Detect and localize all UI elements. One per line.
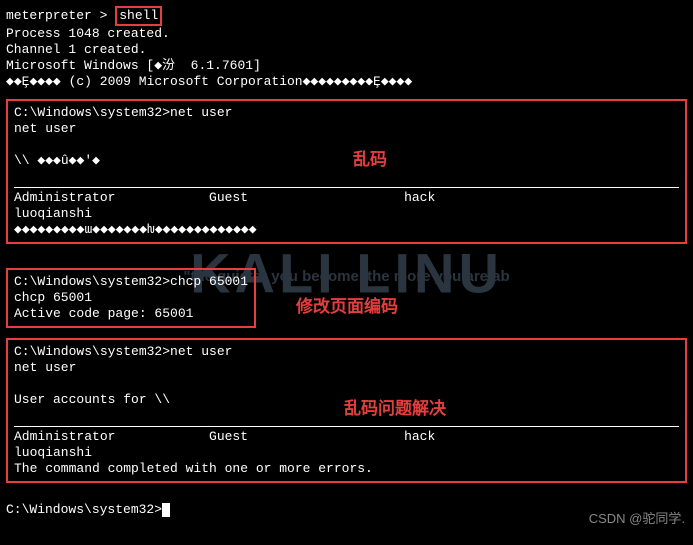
user-list-1: Administrator Guest hack <box>14 190 679 206</box>
garbled-hostname: \\ ◆◆◆û◆◆'◆ <box>14 153 679 169</box>
chcp-cmd: C:\Windows\system32>chcp 65001 <box>14 274 248 290</box>
separator-line-2 <box>14 426 679 427</box>
user-list-2b: luoqianshi <box>14 445 679 461</box>
netuser-echo-1: net user <box>14 121 679 137</box>
prompt-separator: > <box>92 8 115 23</box>
process-created-line: Process 1048 created. <box>6 26 687 42</box>
annotation-fixed: 乱码问题解决 <box>344 394 446 419</box>
cursor-icon <box>162 503 170 517</box>
chcp-echo: chcp 65001 <box>14 290 248 306</box>
meterpreter-prompt-line: meterpreter > shell <box>6 6 687 26</box>
copyright-line: ◆◆Ȩ◆◆◆◆ (c) 2009 Microsoft Corporation◆◆… <box>6 74 687 90</box>
user-list-1b: luoqianshi <box>14 206 679 222</box>
user-list-2: Administrator Guest hack <box>14 429 679 445</box>
chcp-result: Active code page: 65001 <box>14 306 248 322</box>
terminal-content: meterpreter > shell Process 1048 created… <box>6 6 687 518</box>
fixed-output-box: 乱码问题解决 C:\Windows\system32>net user net … <box>6 338 687 483</box>
netuser-cmd-2: C:\Windows\system32>net user <box>14 344 679 360</box>
shell-command-highlight: shell <box>115 6 162 26</box>
channel-created-line: Channel 1 created. <box>6 42 687 58</box>
command-result: The command completed with one or more e… <box>14 461 679 477</box>
netuser-cmd-1: C:\Windows\system32>net user <box>14 105 679 121</box>
csdn-watermark: CSDN @驼同学. <box>589 508 685 527</box>
final-prompt: C:\Windows\system32> <box>6 502 162 517</box>
annotation-change-encoding: 修改页面编码 <box>296 292 398 317</box>
garbled-footer: ◆◆◆◆◆◆◆◆◆ɯ◆◆◆◆◆◆◆ƕ◆◆◆◆◆◆◆◆◆◆◆◆◆ <box>14 222 679 238</box>
annotation-garbled: 乱码 <box>353 145 387 170</box>
garbled-output-box: 乱码 C:\Windows\system32>net user net user… <box>6 99 687 244</box>
chcp-command-box: C:\Windows\system32>chcp 65001 chcp 6500… <box>6 268 256 328</box>
windows-version-line: Microsoft Windows [◆汾 6.1.7601] <box>6 58 687 74</box>
meterpreter-prompt: meterpreter <box>6 8 92 23</box>
separator-line <box>14 187 679 188</box>
final-prompt-line[interactable]: C:\Windows\system32> <box>6 502 687 518</box>
netuser-echo-2: net user <box>14 360 679 376</box>
